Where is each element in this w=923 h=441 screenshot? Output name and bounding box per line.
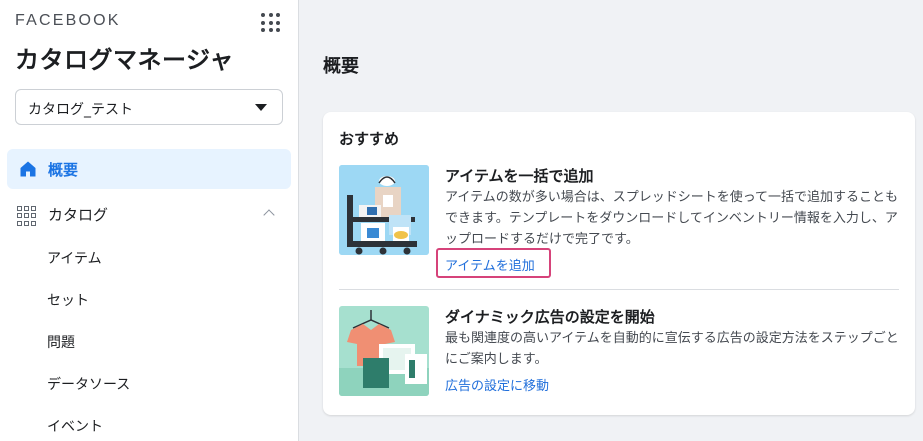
sidebar-subitem-data-sources[interactable]: データソース — [47, 374, 130, 394]
apps-menu-icon[interactable] — [261, 13, 280, 32]
recommendation-description: 最も関連度の高いアイテムを自動的に宣伝する広告の設定方法をステップごとにご案内し… — [445, 331, 899, 367]
sidebar-item-catalog[interactable]: カタログ — [7, 194, 291, 234]
dynamic-ads-illustration — [339, 306, 429, 396]
sidebar-subitem-events[interactable]: イベント — [47, 416, 103, 436]
catalog-select[interactable]: カタログ_テスト — [15, 89, 283, 125]
recommendation-title: ダイナミック広告の設定を開始 — [445, 308, 655, 326]
catalog-grid-icon — [17, 206, 37, 226]
bulk-upload-illustration — [339, 165, 429, 255]
sidebar-subitem-sets[interactable]: セット — [47, 290, 89, 310]
app-title: カタログマネージャ — [15, 46, 234, 74]
chevron-up-icon[interactable] — [263, 209, 275, 221]
divider — [339, 289, 899, 290]
facebook-brand: FACEBOOK — [15, 12, 121, 29]
recommendation-description: アイテムの数が多い場合は、スプレッドシートを使って一括で追加することもできます。… — [445, 190, 899, 247]
sidebar-subitem-issues[interactable]: 問題 — [47, 332, 75, 352]
ad-setup-link[interactable]: 広告の設定に移動 — [445, 375, 549, 394]
sidebar-item-label: 概要 — [48, 161, 79, 179]
page-title: 概要 — [323, 56, 359, 77]
sidebar-item-label: カタログ — [48, 206, 109, 224]
sidebar-subitem-items[interactable]: アイテム — [47, 248, 102, 268]
recommendation-title: アイテムを一括で追加 — [445, 167, 594, 185]
recommendations-card: おすすめ アイテムを一括で追加 アイテムの数が多い場合は、スプレッドシートを使っ… — [323, 112, 915, 415]
catalog-select-value: カタログ_テスト — [28, 102, 133, 118]
home-icon — [20, 161, 36, 177]
recommendation-dynamic-ads: ダイナミック広告の設定を開始 最も関連度の高いアイテムを自動的に宣伝する広告の設… — [339, 306, 899, 398]
caret-down-icon — [255, 104, 267, 111]
recommendation-bulk-add: アイテムを一括で追加 アイテムの数が多い場合は、スプレッドシートを使って一括で追… — [339, 165, 899, 278]
sidebar: FACEBOOK カタログマネージャ カタログ_テスト 概要 カタログ アイテム… — [0, 0, 299, 441]
card-title: おすすめ — [339, 130, 400, 148]
sidebar-item-overview[interactable]: 概要 — [7, 149, 291, 189]
add-items-link[interactable]: アイテムを追加 — [445, 255, 535, 274]
